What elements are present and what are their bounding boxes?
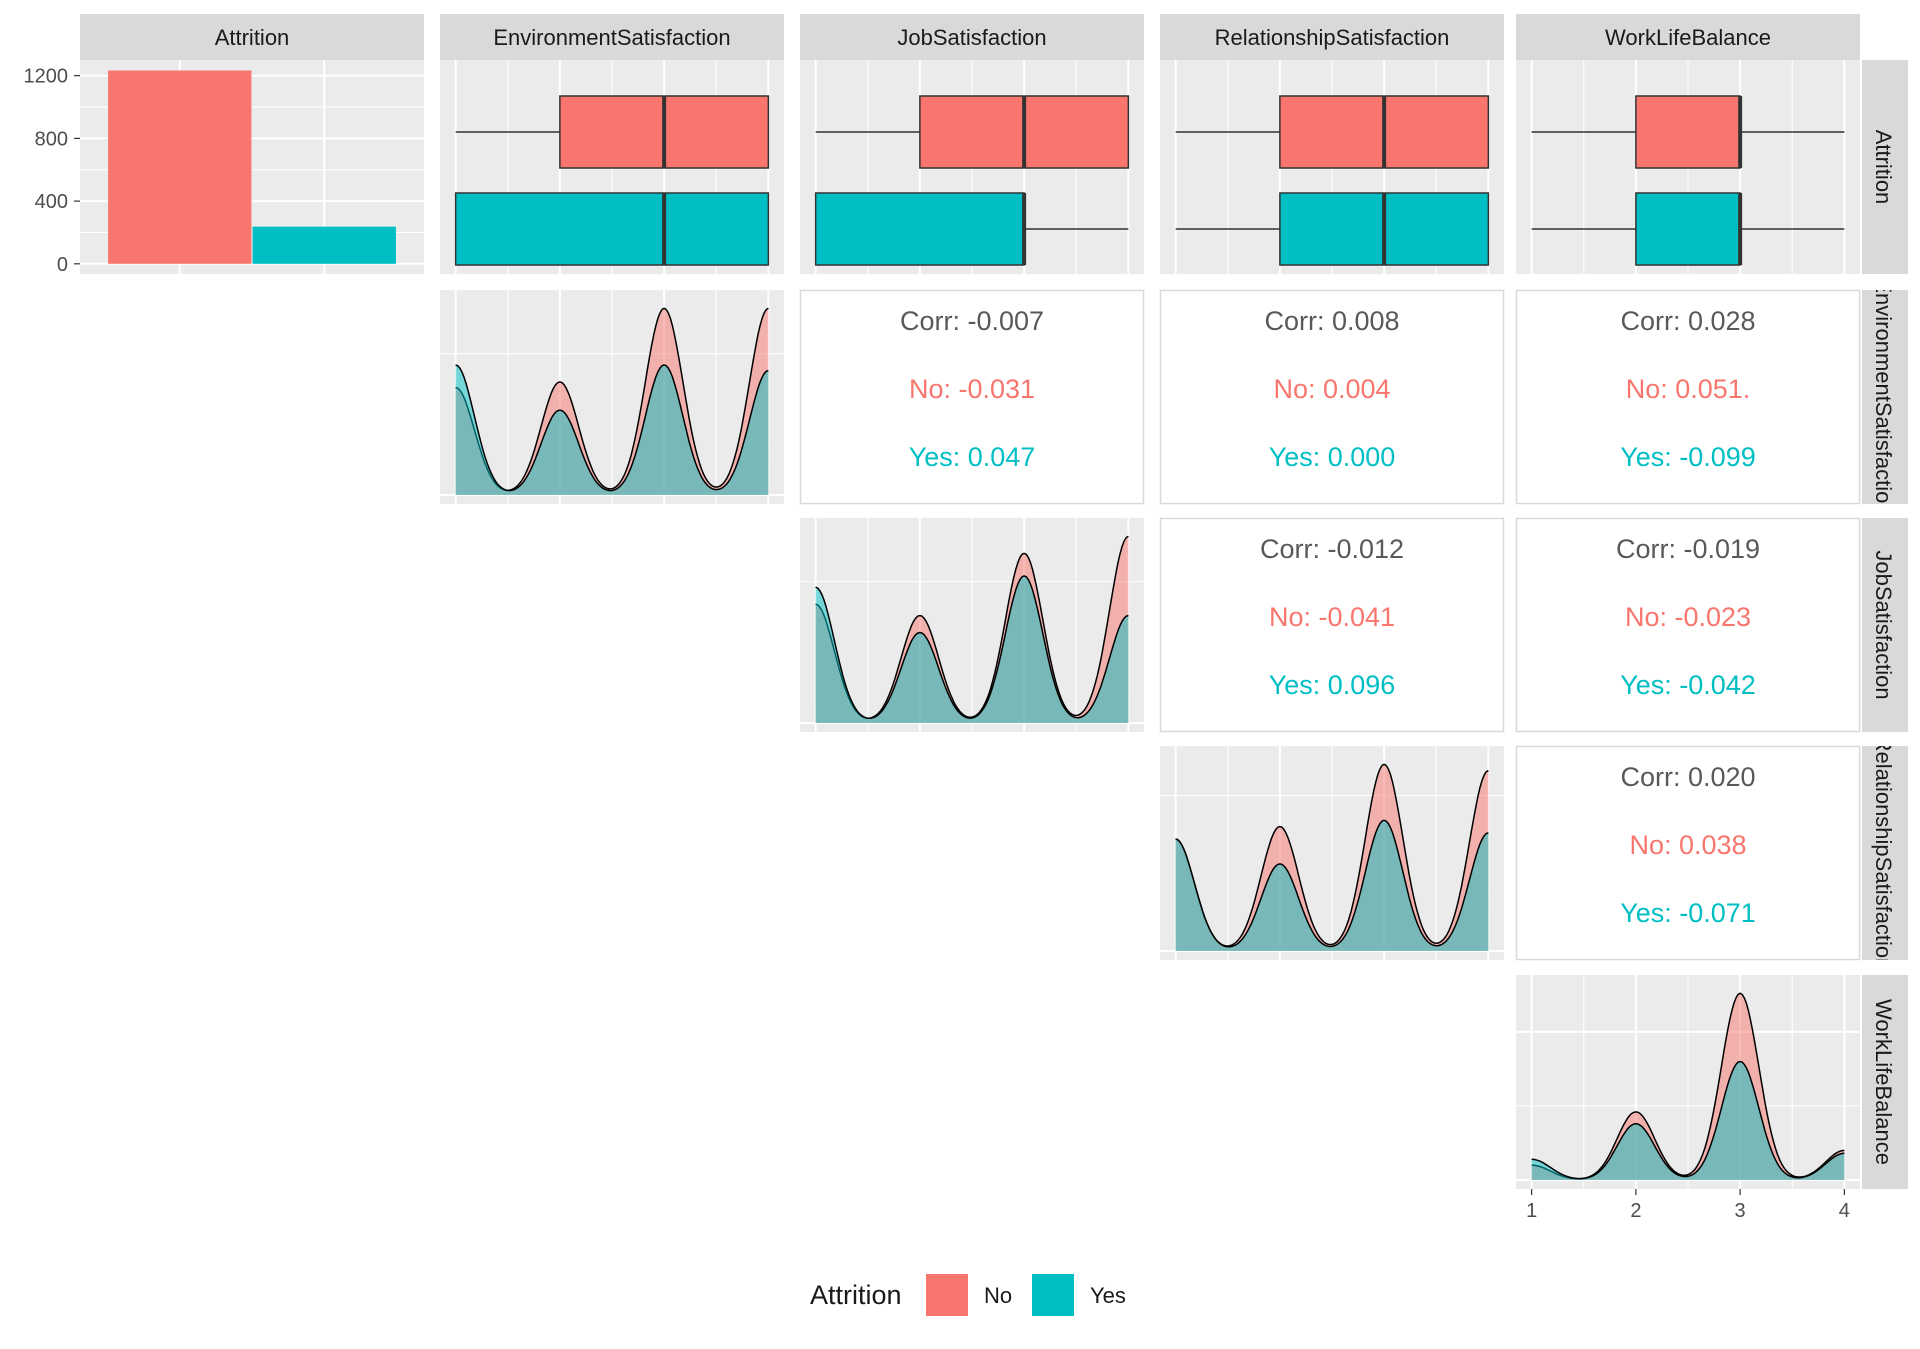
- row-strip-label: RelationshipSatisfaction: [1871, 736, 1896, 971]
- y-tick-label: 800: [35, 128, 68, 150]
- y-tick-label: 400: [35, 191, 68, 213]
- correlation-yes: Yes: -0.042: [1620, 670, 1756, 700]
- bar-yes: [252, 226, 396, 264]
- correlation-yes: Yes: 0.047: [909, 442, 1036, 472]
- row-strip-label-group: Attrition: [1871, 130, 1896, 205]
- row-strip-label-group: RelationshipSatisfaction: [1871, 736, 1896, 971]
- correlation-yes: Yes: -0.071: [1620, 898, 1756, 928]
- row-strip-label-group: JobSatisfaction: [1871, 550, 1896, 699]
- column-strip-label: WorkLifeBalance: [1605, 25, 1771, 50]
- row-strip-label: Attrition: [1871, 130, 1896, 205]
- column-strip-label: Attrition: [215, 25, 290, 50]
- box-no: [1635, 95, 1741, 169]
- correlation-no: No: -0.031: [909, 374, 1035, 404]
- correlation-overall: Corr: -0.012: [1260, 534, 1404, 564]
- correlation-overall: Corr: 0.028: [1620, 306, 1755, 336]
- legend-label-no: No: [984, 1283, 1012, 1308]
- box-yes: [814, 192, 1025, 266]
- box-yes: [454, 192, 770, 266]
- x-tick-label: 4: [1839, 1200, 1850, 1222]
- correlation-overall: Corr: 0.008: [1264, 306, 1399, 336]
- row-strip-label: EnvironmentSatisfaction: [1871, 278, 1896, 515]
- row-strip-label: JobSatisfaction: [1871, 550, 1896, 699]
- row-strip-label-group: EnvironmentSatisfaction: [1871, 278, 1896, 515]
- x-tick-label: 3: [1735, 1200, 1746, 1222]
- correlation-overall: Corr: 0.020: [1620, 762, 1755, 792]
- correlation-no: No: 0.051.: [1626, 374, 1751, 404]
- row-strip-label: WorkLifeBalance: [1871, 999, 1896, 1165]
- row-strip-label-group: WorkLifeBalance: [1871, 999, 1896, 1165]
- y-tick-label: 1200: [24, 66, 69, 88]
- box-yes: [1635, 192, 1741, 266]
- correlation-no: No: 0.004: [1273, 374, 1390, 404]
- legend-title: Attrition: [810, 1280, 902, 1310]
- legend-key-no: [926, 1274, 968, 1316]
- correlation-yes: Yes: 0.096: [1269, 670, 1396, 700]
- pairs-plot: Attrition EnvironmentSatisfaction JobSatis…: [0, 0, 1920, 1344]
- correlation-no: No: -0.041: [1269, 602, 1395, 632]
- column-strip-label: JobSatisfaction: [897, 25, 1046, 50]
- correlation-yes: Yes: 0.000: [1269, 442, 1396, 472]
- x-tick-label: 2: [1630, 1200, 1641, 1222]
- correlation-overall: Corr: -0.007: [900, 306, 1044, 336]
- x-tick-label: 1: [1526, 1200, 1537, 1222]
- bar-no: [108, 70, 252, 264]
- correlation-no: No: 0.038: [1629, 830, 1746, 860]
- legend-label-yes: Yes: [1090, 1283, 1126, 1308]
- pairs-plot-svg: Attrition EnvironmentSatisfaction JobSatis…: [24, 14, 1908, 1316]
- correlation-yes: Yes: -0.099: [1620, 442, 1756, 472]
- column-strip-label: EnvironmentSatisfaction: [493, 25, 730, 50]
- y-tick-label: 0: [57, 254, 68, 276]
- legend-key-yes: [1032, 1274, 1074, 1316]
- correlation-overall: Corr: -0.019: [1616, 534, 1760, 564]
- correlation-no: No: -0.023: [1625, 602, 1751, 632]
- column-strip-label: RelationshipSatisfaction: [1215, 25, 1450, 50]
